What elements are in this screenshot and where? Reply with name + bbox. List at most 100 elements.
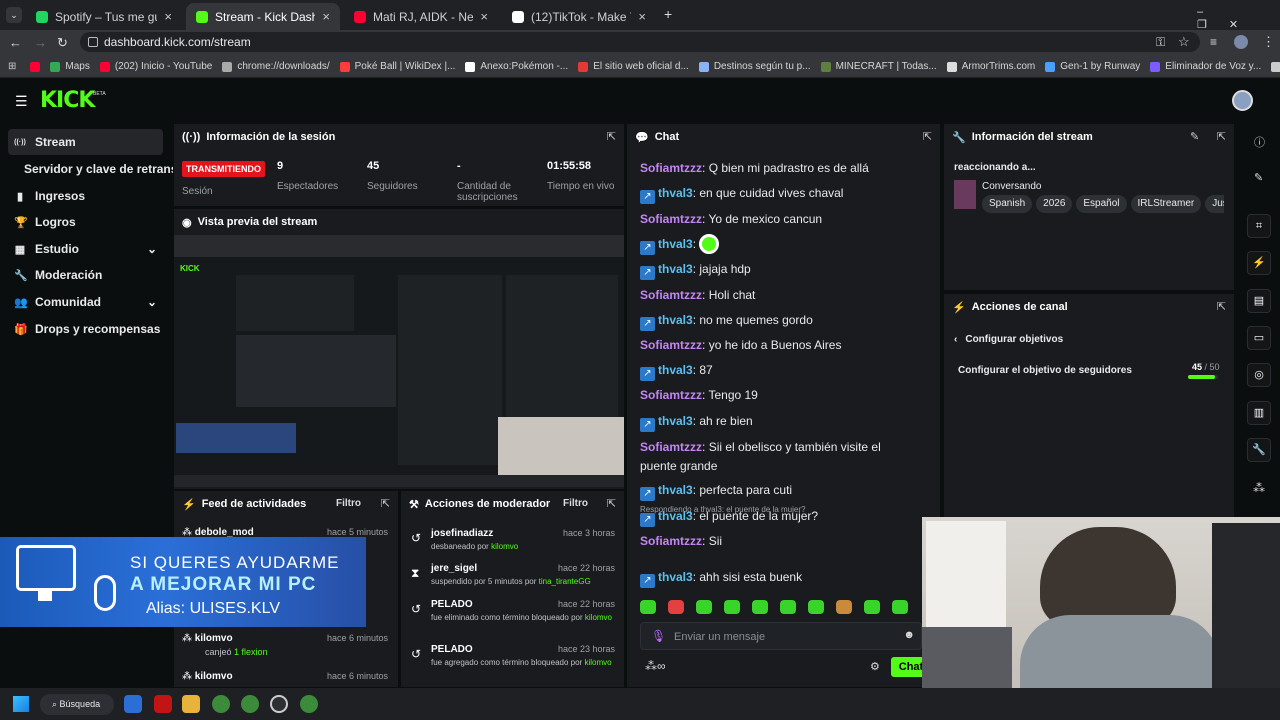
close-tab-icon[interactable]: × [638,9,646,24]
stream-preview-video[interactable]: KICK [174,235,624,487]
emote-icon[interactable] [836,600,852,614]
stream-tag[interactable]: JustC [1205,195,1224,213]
chat-username[interactable]: Sofiamtzzz [640,440,702,454]
bookmark-item[interactable]: (202) Inicio - YouTube [99,61,212,72]
lightning-icon[interactable]: ⚡ [1247,251,1271,275]
chrome-icon[interactable] [212,695,230,713]
chat-username[interactable]: thval3 [658,570,693,584]
media-controls-icon[interactable]: ≡ [1210,35,1217,49]
chat-username[interactable]: thval3 [658,313,693,327]
activity-filter-button[interactable]: Filtro [336,498,361,509]
chat-username[interactable]: thval3 [658,483,693,497]
bookmark-item[interactable]: chrome://downloads/ [222,61,330,72]
browser-tab[interactable]: Mati RJ, AIDK - Nena (Oneshot) × [344,3,498,30]
chevron-down-icon[interactable]: ⌄ [147,295,157,309]
broadcast-icon[interactable]: ◎ [1247,363,1271,387]
emote-bar[interactable] [640,600,922,616]
more-actions-icon[interactable]: ⁂ [1253,481,1265,495]
chat-input[interactable]: 🎙 Enviar un mensaje ☻ [640,622,922,650]
chat-username[interactable]: thval3 [658,414,693,428]
edit-pencil-icon[interactable]: ✎ [1190,130,1199,143]
chat-username[interactable]: thval3 [658,186,693,200]
chrome-profile-icon-2[interactable] [300,695,318,713]
bookmark-item[interactable]: Todos los marcadores [1271,61,1280,72]
chrome-menu-icon[interactable]: ⋮ [1262,34,1275,50]
sidebar-item[interactable]: 👥 Comunidad ⌄ [8,289,163,315]
close-tab-icon[interactable]: × [322,9,330,24]
bookmark-item[interactable]: Poké Ball | WikiDex |... [339,61,455,72]
url-bar[interactable]: dashboard.kick.com/stream [80,32,1200,52]
sidebar-item[interactable]: 🎁 Drops y recompensas [8,316,163,342]
taskview-icon[interactable] [124,695,142,713]
bookmark-item[interactable]: El sitio web oficial d... [578,61,689,72]
chat-username[interactable]: Sofiamtzzz [640,161,702,175]
popout-icon[interactable]: ⇱ [1217,300,1226,313]
obs-icon[interactable] [270,695,288,713]
mod-action-item[interactable]: ↺ josefinadiazz desbaneado por kilomvo hace… [411,528,615,552]
file-explorer-icon[interactable] [182,695,200,713]
popout-icon[interactable]: ⇱ [381,497,390,510]
stream-tag[interactable]: IRLStreamer [1130,195,1202,213]
browser-tab[interactable]: Spotify – Tus me gusta × [26,3,182,30]
site-info-icon[interactable] [88,37,98,47]
bookmark-item[interactable]: Eliminador de Voz y... [1150,61,1261,72]
activity-item[interactable]: ⁂ kilomvo hace 6 minutos canjeó 1 flexion [182,633,388,663]
sidebar-item[interactable]: 🔧 Moderación [8,262,163,288]
pencil-icon[interactable]: ✎ [1254,171,1263,184]
popout-icon[interactable]: ⇱ [1217,130,1226,143]
chat-settings-icon[interactable]: ⚙ [870,660,880,673]
emote-icon[interactable] [640,600,656,614]
bookmark-item[interactable]: Anexo:Pokémon -... [465,61,568,72]
document-icon[interactable]: ▤ [1247,289,1271,313]
emote-icon[interactable] [696,600,712,614]
emote-icon[interactable] [892,600,908,614]
info-icon[interactable]: ⓘ [1254,134,1265,150]
emote-icon[interactable] [864,600,880,614]
chat-username[interactable]: Sofiamtzzz [640,212,702,226]
close-tab-icon[interactable]: × [164,9,172,24]
reload-icon[interactable]: ↻ [57,35,68,51]
taskbar-search[interactable]: ⌕ Búsqueda [40,694,114,715]
popout-icon[interactable]: ⇱ [607,497,616,510]
browser-tab[interactable]: (12)TikTok - Make Your Day × [502,3,656,30]
user-avatar[interactable] [1232,90,1253,111]
stack-icon[interactable]: ▥ [1247,401,1271,425]
bookmark-item[interactable]: ArmorTrims.com [946,61,1035,72]
sidebar-item[interactable]: 🏆 Logros [8,209,163,235]
apps-grid-icon[interactable]: ⊞ [8,61,16,72]
category-name[interactable]: Conversando [982,181,1041,192]
emote-icon[interactable] [808,600,824,614]
sidebar-item[interactable]: ▦ Estudio ⌄ [8,236,163,262]
mod-action-item[interactable]: ⧗ jere_sigel suspendido por 5 minutos por … [411,563,615,587]
forward-icon[interactable]: → [34,35,47,50]
stream-tag[interactable]: 2026 [1036,195,1073,213]
chat-tools-icon[interactable]: ⁂∞ [645,659,666,673]
password-key-icon[interactable]: ⚿ [1156,35,1165,50]
chat-username[interactable]: thval3 [658,363,693,377]
chat-username[interactable]: Sofiamtzzz [640,338,702,352]
microphone-icon[interactable]: 🎙 [651,629,666,643]
emoji-picker-icon[interactable]: ☻ [903,629,915,641]
back-icon[interactable]: ← [9,35,22,50]
emote-icon[interactable] [668,600,684,614]
bookmark-item[interactable]: Destinos según tu p... [698,61,811,72]
sidebar-item[interactable]: ▮ Ingresos [8,183,163,209]
emote-icon[interactable] [780,600,796,614]
chat-username[interactable]: Sofiamtzzz [640,388,702,402]
app-icon[interactable] [154,695,172,713]
chevron-down-icon[interactable]: ⌄ [147,242,157,256]
sidebar-item[interactable]: Servidor y clave de retransmisión [8,156,173,182]
kick-logo[interactable]: KICK [40,88,95,113]
windows-start-icon[interactable] [13,696,29,712]
close-tab-icon[interactable]: × [480,9,488,24]
chat-username[interactable]: thval3 [658,237,693,251]
tab-search-button[interactable]: ⌄ [6,7,22,23]
bookmark-star-icon[interactable]: ☆ [1178,34,1190,50]
profile-avatar[interactable] [1234,35,1248,49]
emote-icon[interactable] [724,600,740,614]
chat-username[interactable]: Sofiamtzzz [640,534,702,548]
wrench-icon[interactable]: 🔧 [1247,438,1271,462]
chat-bubble-icon[interactable]: ▭ [1247,326,1271,350]
window-controls[interactable]: –❐✕ [1197,6,1280,31]
bookmark-item[interactable]: MINECRAFT | Todas... [820,61,937,72]
